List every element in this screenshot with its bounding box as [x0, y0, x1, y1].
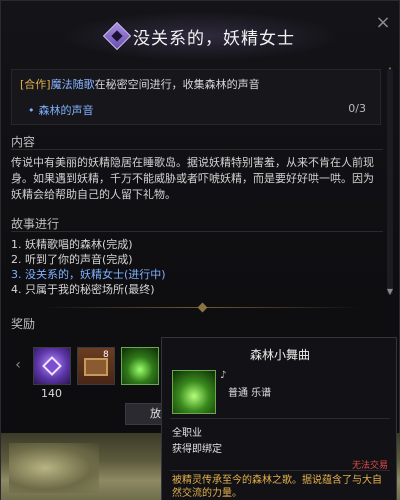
tooltip-type: 普通 乐谱: [228, 388, 272, 399]
scroll-down-icon[interactable]: ▼: [385, 287, 395, 296]
content-divider: [11, 149, 383, 150]
story-item: 2. 听到了你的声音(完成): [11, 253, 133, 266]
music-tree-icon: [172, 370, 216, 414]
chest-icon: [84, 358, 108, 376]
reward-slot-purple-gem[interactable]: [33, 347, 71, 385]
reward-slot-music-sheet[interactable]: [121, 347, 159, 385]
quest-header: 没关系的，妖精女士: [1, 11, 400, 61]
objective-box: [合作]魔法随歌在秘密空间进行，收集森林的声音 • 森林的声音 0/3: [11, 69, 381, 125]
objective-progress: 0/3: [348, 102, 366, 115]
music-note-icon: ♪: [220, 370, 227, 381]
objective-sub-label: 森林的声音: [38, 104, 94, 117]
reward-section-title: 奖励: [11, 317, 36, 331]
objective-sub: • 森林的声音: [28, 102, 94, 118]
close-icon[interactable]: ×: [373, 13, 393, 33]
tooltip-divider-2: [170, 470, 390, 471]
purple-gem-icon: [42, 356, 62, 376]
story-list: 1. 妖精歌唱的森林(完成) 2. 听到了你的声音(完成) 3. 没关系的，妖精…: [11, 237, 379, 297]
reward-count: 140: [41, 387, 62, 400]
chevron-left-icon[interactable]: ‹: [11, 357, 25, 377]
story-section-title: 故事进行: [11, 217, 60, 231]
objective-line: [合作]魔法随歌在秘密空间进行，收集森林的声音: [20, 76, 260, 92]
reward-action-button[interactable]: 放: [125, 403, 165, 425]
quest-title: 没关系的，妖精女士: [133, 28, 295, 49]
tooltip-bind: 获得即绑定: [172, 444, 222, 455]
quest-window: 没关系的，妖精女士 × [合作]魔法随歌在秘密空间进行，收集森林的声音 • 森林的…: [0, 0, 400, 500]
reward-stack-count: 8: [103, 350, 109, 360]
reward-slot-chest[interactable]: [77, 347, 115, 385]
objective-link[interactable]: 魔法随歌: [51, 78, 95, 91]
scrollbar[interactable]: [387, 69, 393, 295]
tooltip-divider: [170, 418, 390, 419]
tooltip-class: 全职业: [172, 428, 202, 439]
bush-image: [9, 443, 99, 493]
story-item-active: 3. 没关系的，妖精女士(进行中): [11, 268, 166, 281]
item-tooltip: 森林小舞曲 ♪ 普通 乐谱 全职业 获得即绑定 无法交易 被精灵传承至今的森林之…: [161, 337, 397, 500]
objective-tag: [合作]: [20, 78, 51, 91]
story-divider: [11, 231, 383, 232]
tooltip-desc: 被精灵传承至今的森林之歌。据说蕴含了与大自然交流的力量。: [172, 475, 382, 499]
content-section-title: 内容: [11, 135, 36, 149]
story-item: 4. 只属于我的秘密场所(最终): [11, 283, 155, 296]
bullet-icon: •: [28, 104, 35, 117]
tooltip-title: 森林小舞曲: [249, 348, 310, 362]
content-text: 传说中有美丽的妖精隐居在睡歌岛。据说妖精特别害羞，从来不肯在人前现身。如果遇到妖…: [11, 156, 374, 201]
ornament-divider: [1, 302, 400, 313]
story-item: 1. 妖精歌唱的森林(完成): [11, 238, 133, 251]
ornament-diamond-icon: [197, 302, 208, 313]
objective-text: 在秘密空间进行，收集森林的声音: [94, 78, 260, 91]
